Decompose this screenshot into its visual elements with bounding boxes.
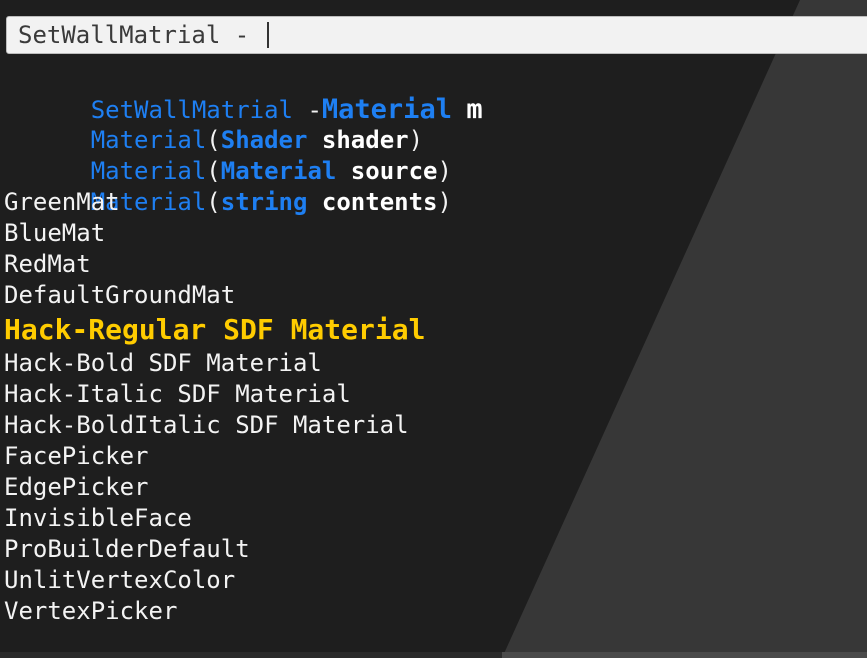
paren-close: ) (437, 188, 452, 216)
list-item[interactable]: BlueMat (4, 218, 483, 249)
paren-close: ) (437, 157, 452, 185)
selected-list-item[interactable]: Hack-Regular SDF Material (4, 311, 483, 348)
list-item[interactable]: Hack-BoldItalic SDF Material (4, 410, 483, 441)
paren-open: ( (206, 188, 221, 216)
paren-open: ( (206, 126, 221, 154)
signature-param-name: m (466, 94, 483, 125)
text-caret (266, 22, 269, 48)
list-item[interactable]: EdgePicker (4, 472, 483, 503)
search-input[interactable]: SetWallMatrial - (6, 16, 867, 54)
list-item[interactable]: FacePicker (4, 441, 483, 472)
arg-type: string (220, 188, 308, 216)
arg-name: shader (321, 126, 409, 154)
bottom-scrollbar-thumb[interactable] (0, 652, 502, 658)
constructor-name: Material (90, 126, 207, 154)
list-item[interactable]: Hack-Italic SDF Material (4, 379, 483, 410)
signature-param-type: Material (321, 94, 452, 125)
signature-function-name: SetWallMatrial (90, 96, 293, 124)
list-item[interactable]: DefaultGroundMat (4, 280, 483, 311)
arg-name: source (350, 157, 438, 185)
list-item[interactable]: VertexPicker (4, 596, 483, 627)
arg-type: Shader (220, 126, 308, 154)
arg-type: Material (220, 157, 337, 185)
arg-name: contents (321, 188, 438, 216)
suggestion-list: SetWallMatrial -Material m Material(Shad… (4, 63, 483, 627)
list-item[interactable]: Hack-Bold SDF Material (4, 348, 483, 379)
paren-close: ) (408, 126, 424, 154)
list-item[interactable]: RedMat (4, 249, 483, 280)
paren-open: ( (206, 157, 221, 185)
list-item[interactable]: InvisibleFace (4, 503, 483, 534)
list-item[interactable]: ProBuilderDefault (4, 534, 483, 565)
autocomplete-window: SetWallMatrial - SetWallMatrial -Materia… (0, 0, 867, 658)
list-item[interactable]: UnlitVertexColor (4, 565, 483, 596)
signature-dash: - (293, 96, 322, 124)
search-input-text[interactable]: SetWallMatrial - (18, 21, 264, 49)
signature-row: SetWallMatrial -Material m (4, 63, 483, 125)
constructor-name: Material (90, 157, 207, 185)
